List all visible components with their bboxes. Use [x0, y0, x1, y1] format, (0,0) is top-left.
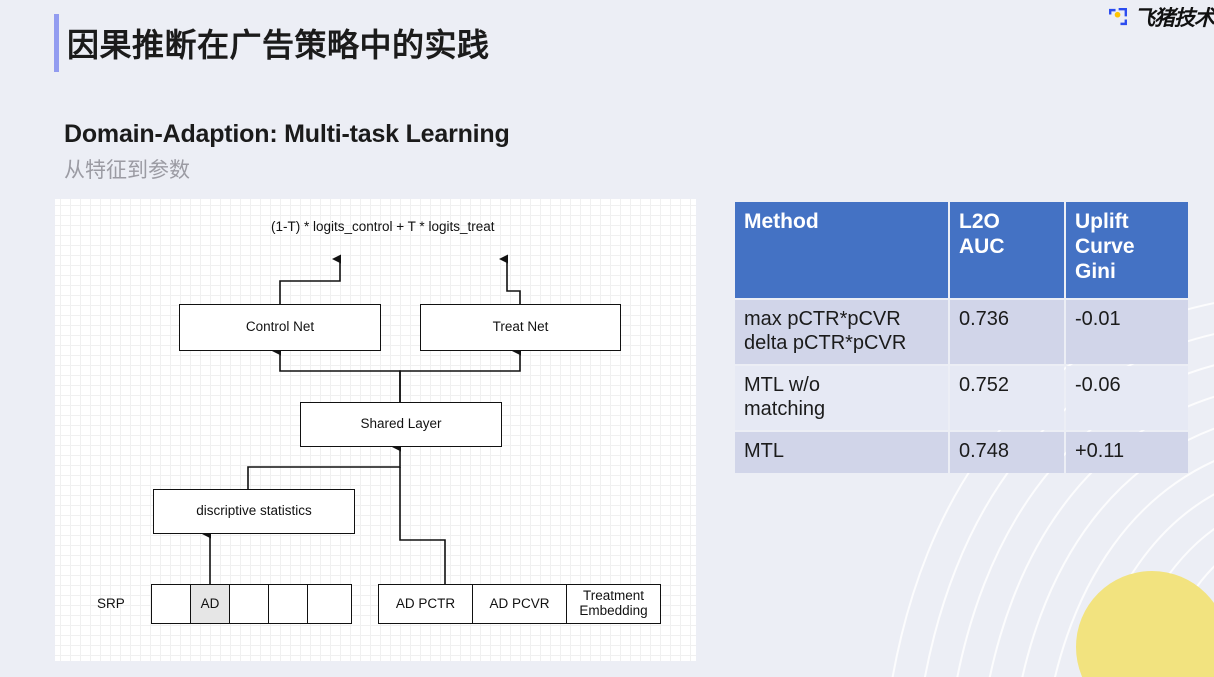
node-treatment-embedding-line2: Embedding: [579, 603, 648, 618]
cell-method: MTL: [735, 432, 948, 473]
node-discriptive-statistics: discriptive statistics: [153, 489, 355, 534]
feizhu-bracket-icon: [1109, 8, 1127, 26]
cell-method-line2: matching: [744, 397, 826, 420]
title-accent-bar: [54, 14, 59, 72]
srp-cell-2-label: AD: [200, 595, 220, 611]
srp-cell-4: [268, 584, 308, 624]
node-shared-layer: Shared Layer: [300, 402, 502, 447]
table-row: MTL 0.748 +0.11: [735, 432, 1188, 473]
cell-l2o-auc: 0.752: [950, 366, 1064, 431]
cell-l2o-auc: 0.736: [950, 300, 1064, 365]
node-ad-pctr: AD PCTR: [378, 584, 473, 624]
section-heading: Domain-Adaption: Multi-task Learning: [64, 120, 510, 148]
cell-uplift-curve-gini: -0.06: [1066, 366, 1188, 431]
column-header-gini-line1: Uplift: [1075, 210, 1129, 233]
column-header-gini-line3: Gini: [1075, 259, 1116, 283]
srp-cell-5: [307, 584, 352, 624]
cell-method: MTL w/o matching: [735, 366, 948, 431]
node-shared-layer-label: Shared Layer: [360, 416, 442, 432]
cell-method-line1: max pCTR*pCVR: [744, 308, 901, 330]
section-subheading: 从特征到参数: [64, 159, 190, 182]
srp-label: SRP: [97, 596, 125, 611]
slide-root: 飞猪技术 因果推断在广告策略中的实践 Domain-Adaption: Mult…: [0, 0, 1214, 677]
node-control-net-label: Control Net: [245, 319, 315, 335]
page-title: 因果推断在广告策略中的实践: [67, 27, 490, 63]
table-row: max pCTR*pCVR delta pCTR*pCVR 0.736 -0.0…: [735, 300, 1188, 365]
decorative-yellow-circle: [1076, 571, 1214, 677]
column-header-uplift-curve-gini: Uplift Curve Gini: [1066, 202, 1188, 298]
column-header-l2o-auc-line2: AUC: [959, 234, 1005, 258]
cell-method-line2: delta pCTR*pCVR: [744, 331, 907, 354]
column-header-method: Method: [735, 202, 948, 298]
column-header-l2o-auc-line1: L2O: [959, 210, 1000, 233]
srp-cell-2-ad: AD: [190, 584, 230, 624]
brand-logo: 飞猪技术: [1107, 4, 1214, 30]
output-formula: (1-T) * logits_control + T * logits_trea…: [271, 219, 495, 234]
results-table: Method L2O AUC Uplift Curve Gini max pCT…: [733, 200, 1190, 475]
cell-method-line1: MTL w/o: [744, 374, 820, 397]
node-treat-net: Treat Net: [420, 304, 621, 351]
cell-method-line1: MTL: [744, 440, 784, 463]
column-header-l2o-auc: L2O AUC: [950, 202, 1064, 298]
node-ad-pcvr: AD PCVR: [472, 584, 567, 624]
architecture-diagram: (1-T) * logits_control + T * logits_trea…: [55, 199, 696, 661]
node-ad-pctr-label: AD PCTR: [395, 595, 456, 611]
srp-cell-1: [151, 584, 191, 624]
srp-cell-3: [229, 584, 269, 624]
table-header-row: Method L2O AUC Uplift Curve Gini: [735, 202, 1188, 298]
node-treatment-embedding-line1: Treatment: [582, 588, 645, 604]
cell-uplift-curve-gini: -0.01: [1066, 300, 1188, 365]
node-discriptive-statistics-label: discriptive statistics: [196, 503, 312, 519]
cell-l2o-auc: 0.748: [950, 432, 1064, 473]
cell-method: max pCTR*pCVR delta pCTR*pCVR: [735, 300, 948, 365]
node-ad-pcvr-label: AD PCVR: [489, 595, 550, 611]
cell-uplift-curve-gini: +0.11: [1066, 432, 1188, 473]
node-control-net: Control Net: [179, 304, 381, 351]
node-treat-net-label: Treat Net: [492, 319, 549, 335]
table-row: MTL w/o matching 0.752 -0.06: [735, 366, 1188, 431]
node-treatment-embedding: Treatment Embedding: [566, 584, 661, 624]
column-header-gini-line2: Curve: [1075, 234, 1135, 258]
brand-name: 飞猪技术: [1134, 6, 1214, 30]
